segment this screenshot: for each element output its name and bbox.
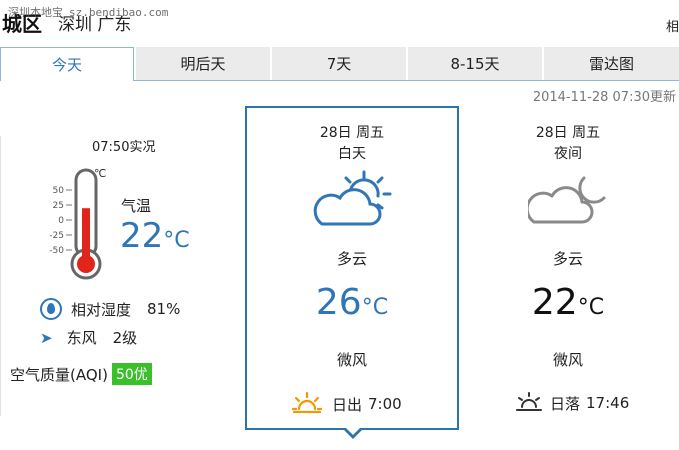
aqi-label: 空气质量(AQI) bbox=[10, 365, 108, 384]
humidity-value: 81% bbox=[147, 300, 181, 318]
day-temp-unit: °C bbox=[361, 295, 389, 320]
day-period: 白天 bbox=[338, 146, 366, 162]
current-temp-unit: °C bbox=[163, 228, 190, 253]
top-right-link[interactable]: 相 bbox=[666, 16, 679, 35]
wind-direction-icon: ➤ bbox=[40, 328, 53, 347]
night-period: 夜间 bbox=[554, 146, 582, 162]
aqi-badge[interactable]: 50优 bbox=[111, 363, 152, 385]
partly-cloudy-night-icon bbox=[525, 172, 610, 236]
tab-today[interactable]: 今天 bbox=[0, 47, 134, 81]
scale-neg50: -50 bbox=[49, 246, 64, 256]
current-temperature: 22°C bbox=[120, 216, 190, 256]
thermo-scale: 50 25 0 -25 -50 bbox=[49, 186, 64, 256]
night-weather: 多云 bbox=[552, 250, 583, 268]
sunrise-label: 日出 bbox=[332, 395, 363, 414]
sunrise-row: 日出 7:00 bbox=[291, 391, 402, 417]
day-temp-value: 26 bbox=[315, 282, 362, 323]
partly-cloudy-day-icon bbox=[310, 170, 392, 234]
watermark-site: sz.bendibao.com bbox=[69, 6, 169, 19]
scale-25: 25 bbox=[53, 201, 64, 211]
tab-next-two-days[interactable]: 明后天 bbox=[136, 47, 270, 80]
day-wind: 微风 bbox=[336, 351, 367, 369]
card-pointer-inner bbox=[345, 427, 361, 435]
scale-0: 0 bbox=[58, 216, 64, 226]
watermark: 深圳本地宝 sz.bendibao.com bbox=[8, 4, 168, 20]
humidity-row: 相对湿度 81% bbox=[40, 298, 180, 320]
scale-50: 50 bbox=[53, 186, 65, 196]
observation-time: 07:50实况 bbox=[92, 140, 156, 155]
update-time: 2014-11-28 07:30更新 bbox=[532, 90, 676, 105]
night-date: 28日 周五 bbox=[535, 125, 601, 141]
night-temperature: 22°C bbox=[508, 282, 628, 323]
night-temp-value: 22 bbox=[531, 282, 578, 323]
forecast-tabs: 今天 明后天 7天 8-15天 雷达图 bbox=[0, 47, 679, 81]
left-divider bbox=[0, 136, 1, 416]
tab-radar[interactable]: 雷达图 bbox=[544, 47, 679, 80]
current-temp-value: 22 bbox=[120, 216, 164, 256]
day-date: 28日 周五 bbox=[319, 125, 385, 141]
wind-level: 2级 bbox=[112, 329, 138, 347]
night-wind: 微风 bbox=[552, 351, 583, 369]
watermark-text: 深圳本地宝 bbox=[8, 6, 63, 19]
day-weather: 多云 bbox=[336, 250, 367, 268]
wind-direction: 东风 bbox=[66, 329, 97, 347]
humidity-icon bbox=[40, 298, 62, 320]
thermometer-icon: ℃ 50 25 0 -25 -50 bbox=[48, 164, 118, 288]
sunrise-icon bbox=[291, 391, 323, 417]
sunset-icon bbox=[516, 391, 542, 415]
night-temp-unit: °C bbox=[577, 295, 605, 320]
sunset-row: 日落 17:46 bbox=[516, 391, 629, 415]
page-header: 城区 深圳 广东 深圳本地宝 sz.bendibao.com 相 bbox=[0, 0, 679, 46]
tab-underline bbox=[134, 80, 679, 81]
temperature-label: 气温 bbox=[121, 197, 152, 215]
scale-neg25: -25 bbox=[49, 231, 64, 241]
sunrise-time: 7:00 bbox=[368, 395, 402, 413]
sunset-label: 日落 bbox=[550, 394, 581, 413]
tab-7-days[interactable]: 7天 bbox=[272, 47, 406, 80]
aqi-row: 空气质量(AQI) 50优 bbox=[10, 363, 152, 385]
sunset-time: 17:46 bbox=[586, 394, 630, 412]
wind-row: ➤ 东风 2级 bbox=[40, 327, 137, 348]
tab-8-15-days[interactable]: 8-15天 bbox=[408, 47, 542, 80]
day-temperature: 26°C bbox=[292, 282, 412, 323]
humidity-label: 相对湿度 bbox=[71, 300, 132, 319]
